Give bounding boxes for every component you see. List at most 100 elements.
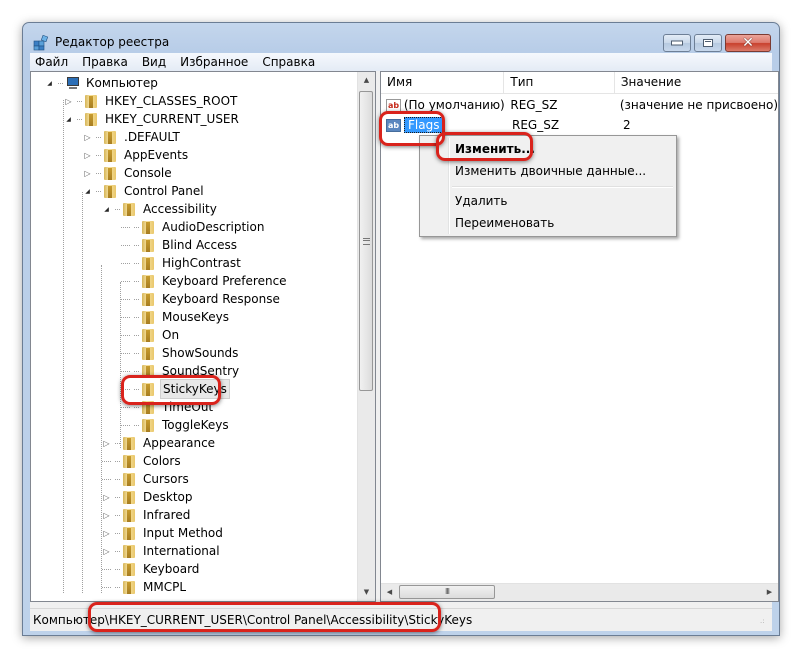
tree-label: AppEvents bbox=[124, 148, 189, 162]
tree-item[interactable]: ◢ Accessibility bbox=[102, 200, 219, 218]
tree-connector bbox=[134, 244, 139, 246]
folder-icon bbox=[140, 238, 156, 252]
tree-item[interactable]: ▷ Console bbox=[83, 164, 174, 182]
tree-item-computer[interactable]: ◢ Компьютер bbox=[45, 74, 160, 92]
tree-item[interactable]: ▷ Infrared bbox=[102, 506, 192, 524]
tree-item[interactable]: ▷ HKEY_CLASSES_ROOT bbox=[64, 92, 239, 110]
tree-item[interactable]: Blind Access bbox=[121, 236, 239, 254]
tree-connector bbox=[121, 244, 130, 246]
tree-connector bbox=[121, 298, 130, 300]
tree-connector bbox=[121, 262, 130, 264]
tree-label: ToggleKeys bbox=[162, 418, 229, 432]
tree-item[interactable]: Cursors bbox=[102, 470, 191, 488]
tree-item[interactable]: ShowSounds bbox=[121, 344, 240, 362]
tree-vertical-scrollbar[interactable]: ▲ ▼ bbox=[357, 72, 375, 601]
tree-label: International bbox=[143, 544, 220, 558]
tree-connector bbox=[134, 280, 139, 282]
context-menu-delete[interactable]: Удалить bbox=[423, 190, 673, 212]
tree-connector bbox=[115, 532, 120, 534]
status-path: Компьютер\HKEY_CURRENT_USER\Control Pane… bbox=[33, 613, 473, 627]
tree-item[interactable]: MouseKeys bbox=[121, 308, 231, 326]
resize-grip-icon[interactable]: .: bbox=[760, 618, 770, 629]
tree-item[interactable]: On bbox=[121, 326, 181, 344]
minimize-icon bbox=[671, 40, 683, 46]
expand-arrow-icon[interactable]: ▷ bbox=[102, 439, 111, 448]
tree-connector bbox=[121, 388, 130, 390]
tree-item[interactable]: Keyboard Preference bbox=[121, 272, 289, 290]
tree-item[interactable]: Keyboard Response bbox=[121, 290, 282, 308]
tree-connector bbox=[134, 262, 139, 264]
tree-item[interactable]: MMCPL bbox=[102, 578, 188, 596]
folder-icon bbox=[140, 382, 156, 396]
tree-item[interactable]: HighContrast bbox=[121, 254, 243, 272]
tree-item[interactable]: ◢ Control Panel bbox=[83, 182, 206, 200]
tree-connector bbox=[96, 136, 101, 138]
tree-label: Input Method bbox=[143, 526, 223, 540]
minimize-button[interactable] bbox=[663, 34, 691, 52]
tree-scroll-thumb[interactable] bbox=[359, 91, 373, 391]
column-header-value[interactable]: Значение bbox=[615, 72, 778, 93]
collapse-arrow-icon[interactable]: ◢ bbox=[83, 187, 92, 196]
tree-guide-line bbox=[120, 282, 121, 448]
menu-help[interactable]: Справка bbox=[255, 55, 322, 69]
menu-view[interactable]: Вид bbox=[135, 55, 173, 69]
scroll-down-arrow-icon[interactable]: ▼ bbox=[358, 584, 375, 601]
tree-item[interactable]: ▷ AppEvents bbox=[83, 146, 190, 164]
folder-icon bbox=[102, 166, 118, 180]
expand-arrow-icon[interactable]: ◢ bbox=[45, 79, 54, 88]
maximize-icon bbox=[703, 39, 713, 47]
scroll-left-arrow-icon[interactable]: ◀ bbox=[381, 584, 398, 601]
tree-item[interactable]: Keyboard bbox=[102, 560, 201, 578]
tree-item[interactable]: ToggleKeys bbox=[121, 416, 231, 434]
collapse-arrow-icon[interactable]: ◢ bbox=[102, 205, 111, 214]
expand-arrow-icon[interactable]: ▷ bbox=[83, 169, 92, 178]
tree-item[interactable]: StickyKeys bbox=[121, 379, 230, 399]
menu-bar: Файл Правка Вид Избранное Справка bbox=[30, 53, 772, 71]
context-menu-rename[interactable]: Переименовать bbox=[423, 212, 673, 234]
value-name: (По умолчанию) bbox=[403, 98, 505, 112]
context-menu-modify[interactable]: Изменить... bbox=[423, 138, 673, 160]
folder-icon bbox=[140, 400, 156, 414]
tree-label: Colors bbox=[143, 454, 181, 468]
expand-arrow-icon[interactable]: ▷ bbox=[102, 511, 111, 520]
scroll-up-arrow-icon[interactable]: ▲ bbox=[358, 72, 375, 89]
expand-arrow-icon[interactable]: ▷ bbox=[102, 493, 111, 502]
list-horizontal-scrollbar[interactable]: ◀ III ▶ bbox=[381, 583, 778, 601]
list-hscroll-thumb[interactable]: III bbox=[399, 585, 495, 599]
collapse-arrow-icon[interactable]: ◢ bbox=[64, 115, 73, 124]
list-row-flags[interactable]: ab Flags REG_SZ 2 bbox=[381, 116, 778, 135]
tree-label: On bbox=[162, 328, 180, 342]
tree-label-selected: StickyKeys bbox=[160, 379, 230, 399]
expand-arrow-icon[interactable]: ▷ bbox=[64, 97, 73, 106]
expand-arrow-icon[interactable]: ▷ bbox=[102, 529, 111, 538]
close-button[interactable]: ✕ bbox=[725, 34, 771, 52]
maximize-button[interactable] bbox=[694, 34, 722, 52]
tree-item[interactable]: ▷ International bbox=[102, 542, 222, 560]
list-row-default[interactable]: ab (По умолчанию) REG_SZ (значение не пр… bbox=[381, 96, 778, 115]
context-menu: Изменить... Изменить двоичные данные... … bbox=[419, 135, 677, 237]
tree-item[interactable]: ▷ Input Method bbox=[102, 524, 225, 542]
menu-edit[interactable]: Правка bbox=[75, 55, 135, 69]
context-menu-modify-binary[interactable]: Изменить двоичные данные... bbox=[423, 160, 673, 182]
column-header-type[interactable]: Тип bbox=[504, 72, 615, 93]
menu-file[interactable]: Файл bbox=[30, 55, 75, 69]
title-bar[interactable]: Редактор реестра ✕ bbox=[23, 23, 779, 57]
tree-item[interactable]: ▷ .DEFAULT bbox=[83, 128, 182, 146]
scroll-right-arrow-icon[interactable]: ▶ bbox=[761, 584, 778, 601]
tree-item[interactable]: TimeOut bbox=[121, 398, 215, 416]
tree-connector bbox=[134, 406, 139, 408]
tree-connector bbox=[115, 208, 120, 210]
expand-arrow-icon[interactable]: ▷ bbox=[102, 547, 111, 556]
tree-item[interactable]: ◢ HKEY_CURRENT_USER bbox=[64, 110, 241, 128]
tree-item[interactable]: SoundSentry bbox=[121, 362, 241, 380]
expand-arrow-icon[interactable]: ▷ bbox=[83, 151, 92, 160]
expand-arrow-icon[interactable]: ▷ bbox=[83, 133, 92, 142]
folder-icon bbox=[140, 346, 156, 360]
tree-item[interactable]: AudioDescription bbox=[121, 218, 266, 236]
menu-favorites[interactable]: Избранное bbox=[173, 55, 255, 69]
key-tree-pane[interactable]: ◢ Компьютер ▷ HKEY_CLASSES_ROOT ◢ HKEY_CURREN… bbox=[30, 71, 376, 602]
column-header-name[interactable]: Имя bbox=[381, 72, 505, 93]
tree-item[interactable]: Colors bbox=[102, 452, 183, 470]
tree-connector bbox=[102, 460, 111, 462]
tree-item[interactable]: ▷ Desktop bbox=[102, 488, 195, 506]
